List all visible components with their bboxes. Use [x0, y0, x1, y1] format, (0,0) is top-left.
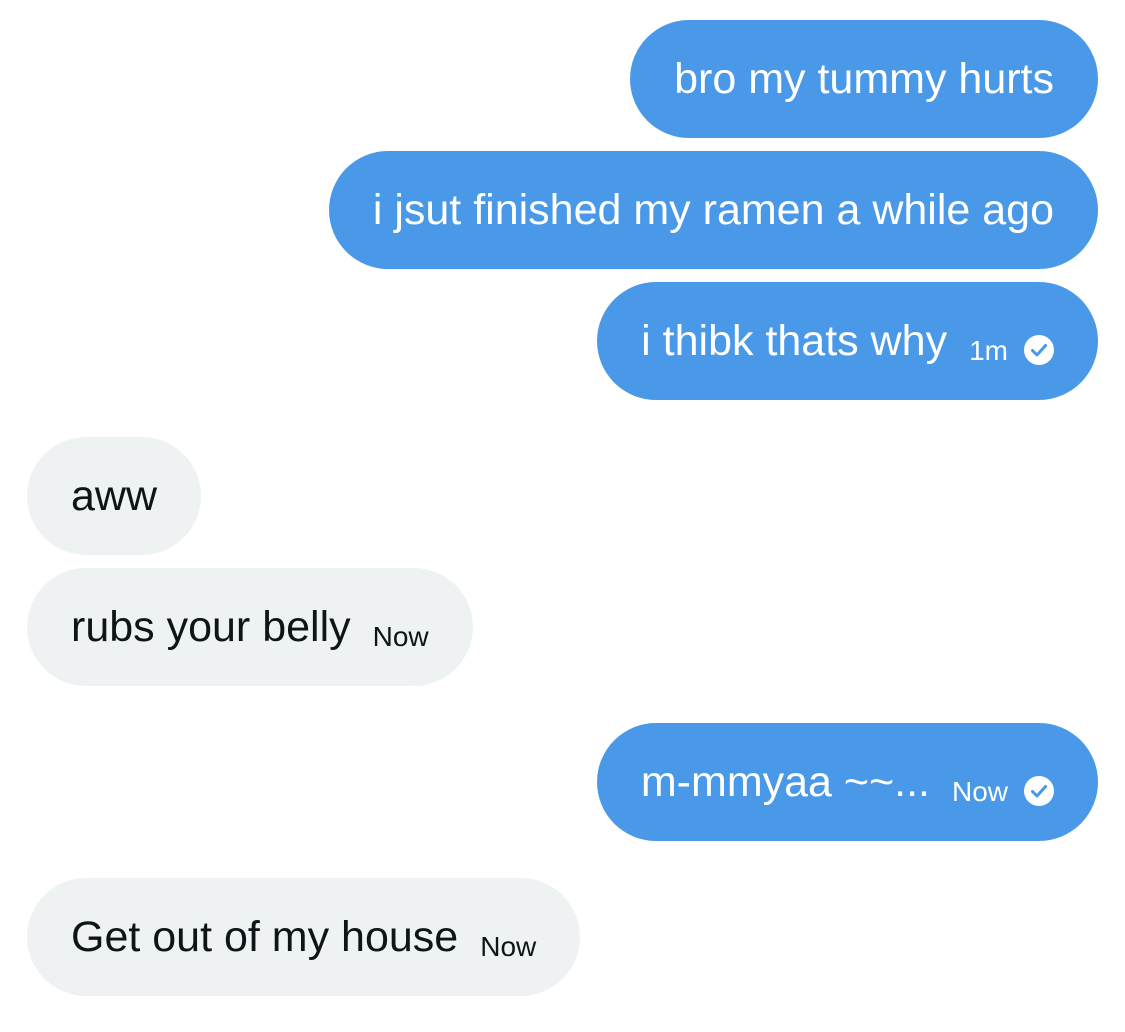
message-text: rubs your belly [71, 602, 351, 651]
message-bubble-sent[interactable]: i jsut finished my ramen a while ago [328, 151, 1098, 269]
message-text: i jsut finished my ramen a while ago [372, 185, 1054, 234]
message-bubble-sent[interactable]: m-mmyaa ~~... Now [596, 723, 1098, 841]
message-bubble-received[interactable]: Get out of my house Now [27, 878, 581, 996]
message-bubble-received[interactable]: aww [27, 437, 202, 555]
message-text: bro my tummy hurts [674, 54, 1054, 103]
message-text: aww [71, 471, 158, 520]
message-text: i thibk thats why [641, 316, 948, 365]
message-timestamp: Now [951, 776, 1008, 807]
message-timestamp: Now [480, 931, 537, 962]
message-meta: Now [373, 623, 429, 651]
message-timestamp: Now [372, 621, 429, 652]
message-timestamp: 1m [969, 335, 1008, 366]
message-meta: 1m [969, 335, 1054, 366]
read-check-icon [1024, 335, 1054, 365]
read-check-icon [1024, 776, 1054, 806]
message-bubble-received[interactable]: rubs your belly Now [27, 568, 473, 686]
message-bubble-sent[interactable]: i thibk thats why 1m [597, 282, 1098, 400]
message-text: Get out of my house [71, 912, 459, 961]
conversation: bro my tummy hurts i jsut finished my ra… [0, 0, 1125, 1032]
message-meta: Now [951, 776, 1054, 807]
message-bubble-sent[interactable]: bro my tummy hurts [630, 20, 1098, 138]
message-meta: Now [480, 933, 536, 961]
message-text: m-mmyaa ~~... [640, 757, 930, 806]
